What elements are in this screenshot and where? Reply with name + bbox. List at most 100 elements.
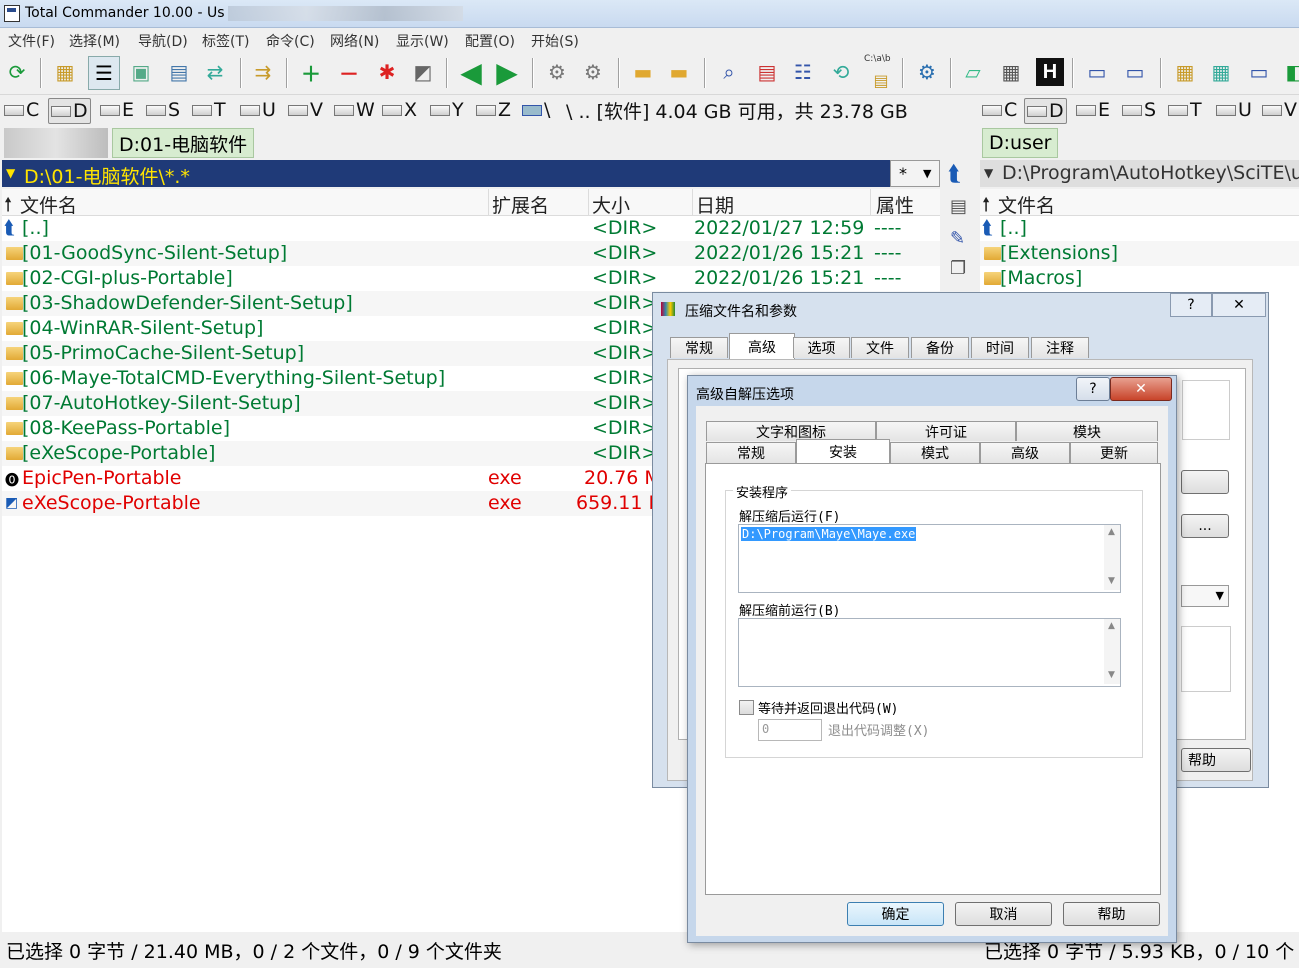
sync-dirs-icon[interactable]: ⟲ <box>826 56 856 88</box>
scroll-down-icon[interactable]: ▼ <box>1108 670 1115 680</box>
list-item-parent[interactable]: ⮬ [..] <DIR> 2022/01/27 12:59 ---- <box>2 216 940 241</box>
multi-rename-icon[interactable]: ▤ <box>752 56 782 88</box>
drive-u-button[interactable]: U <box>240 98 276 122</box>
search-icon[interactable]: ⌕ <box>714 56 744 88</box>
left-path-bar[interactable]: ▼ D:\01-电脑软件\*.* * ▼ <box>2 160 940 188</box>
select-plus-icon[interactable]: ＋ <box>296 56 326 88</box>
drive-d-button[interactable]: D <box>48 98 91 124</box>
col-name-header[interactable]: 文件名 <box>20 191 77 218</box>
sync-view-icon[interactable]: ⇄ <box>200 56 230 88</box>
drive-s-button[interactable]: S <box>146 98 180 122</box>
sfx-tab-module[interactable]: 模块 <box>1016 421 1158 441</box>
scrollbar[interactable]: ▲ ▼ <box>1104 619 1120 684</box>
help-button[interactable]: 帮助 <box>1063 902 1160 926</box>
hotkey-h-icon[interactable]: H <box>1036 58 1064 86</box>
right-drive-t-button[interactable]: T <box>1168 98 1202 122</box>
full-view-icon[interactable]: ☰ <box>88 56 120 90</box>
copy-to-folder-icon[interactable]: ▬ <box>664 56 694 88</box>
scroll-up-icon[interactable]: ▲ <box>1108 527 1115 537</box>
filter-dropdown[interactable]: * ▼ <box>890 160 940 187</box>
menu-select[interactable]: 选择(M) <box>69 31 120 51</box>
notepad-icon[interactable]: ▱ <box>958 56 988 88</box>
window-icon[interactable]: ▭ <box>1244 56 1274 88</box>
archive-option-button[interactable] <box>1181 470 1229 494</box>
archive-tab-backup[interactable]: 备份 <box>911 337 969 358</box>
col-ext-header[interactable]: 扩展名 <box>492 191 549 218</box>
run-before-textarea[interactable]: ▲ ▼ <box>738 618 1121 687</box>
right-drive-v-button[interactable]: V <box>1262 98 1297 122</box>
copy-file-icon[interactable]: ❐ <box>950 258 966 279</box>
compare-files-icon[interactable]: ☷ <box>788 56 818 88</box>
edit-file-icon[interactable]: ✎ <box>950 228 965 249</box>
copy-path-label[interactable]: C:\a\b <box>864 54 891 64</box>
close-icon[interactable]: ✕ <box>1212 293 1266 317</box>
list-item[interactable]: [Extensions] <box>980 241 1299 266</box>
right-drive-d-button[interactable]: D <box>1024 98 1067 124</box>
ok-button[interactable]: 确定 <box>847 902 944 926</box>
sfx-tab-general[interactable]: 常规 <box>706 442 796 463</box>
right-drive-e-button[interactable]: E <box>1076 98 1110 122</box>
view-file-icon[interactable]: ▤ <box>950 196 967 217</box>
archive-tab-general[interactable]: 常规 <box>670 337 728 358</box>
browse-button[interactable]: ... <box>1181 514 1229 538</box>
thumbnail-view-icon[interactable]: ▣ <box>126 56 156 88</box>
right-drive-u-button[interactable]: U <box>1216 98 1252 122</box>
menu-tabs[interactable]: 标签(T) <box>202 31 249 51</box>
clipboard-icon[interactable]: ▤ <box>866 64 896 96</box>
tree-view-icon[interactable]: ▤ <box>164 56 194 88</box>
drive-z-button[interactable]: Z <box>476 98 511 122</box>
path-dropdown-icon[interactable]: ▼ <box>6 166 15 180</box>
select-minus-icon[interactable]: － <box>334 56 364 88</box>
swap-panels-icon[interactable]: ⮬ <box>948 162 961 187</box>
archive-tab-files[interactable]: 文件 <box>851 337 909 358</box>
col-size-header[interactable]: 大小 <box>592 191 630 218</box>
drive-network-button[interactable]: \ <box>522 98 550 122</box>
back-arrow-icon[interactable]: ◀ <box>456 56 486 89</box>
run-after-textarea[interactable]: D:\Program\Maye\Maye.exe ▲ ▼ <box>738 524 1121 593</box>
sfx-tab-advanced[interactable]: 高级 <box>980 442 1070 463</box>
left-tab-active[interactable]: D:01-电脑软件 <box>112 128 255 158</box>
chevron-down-icon[interactable]: ▼ <box>1181 585 1229 607</box>
new-folder-icon[interactable]: ▬ <box>628 56 658 88</box>
cancel-button[interactable]: 取消 <box>955 902 1052 926</box>
archive-help-button[interactable]: 帮助 <box>1181 748 1251 772</box>
sfx-tab-setup[interactable]: 安装 <box>796 439 890 464</box>
menu-list-icon[interactable]: ▦ <box>1170 56 1200 88</box>
sfx-tab-license[interactable]: 许可证 <box>876 421 1016 441</box>
right-drive-s-button[interactable]: S <box>1122 98 1156 122</box>
list-item[interactable]: [Macros] <box>980 266 1299 291</box>
wait-exit-code-checkbox[interactable] <box>739 700 754 715</box>
col-attr-header[interactable]: 属性 <box>876 191 914 218</box>
settings-gear-icon[interactable]: ⚙ <box>912 56 942 88</box>
scrollbar[interactable]: ▲ ▼ <box>1104 525 1120 590</box>
close-icon[interactable]: ✕ <box>1110 377 1172 401</box>
unpack-icon[interactable]: ⚙ <box>578 56 608 88</box>
drive-w-button[interactable]: W <box>334 98 375 122</box>
invert-selection-icon[interactable]: ◩ <box>408 56 438 88</box>
col-date-header[interactable]: 日期 <box>696 191 734 218</box>
brief-view-icon[interactable]: ▦ <box>50 56 80 88</box>
help-question-icon[interactable]: ? <box>1170 293 1212 317</box>
right-drive-c-button[interactable]: C <box>982 98 1017 122</box>
path-dropdown-icon[interactable]: ▼ <box>984 166 993 180</box>
scroll-down-icon[interactable]: ▼ <box>1108 576 1115 586</box>
app-grid-icon[interactable]: ▦ <box>1206 56 1236 88</box>
calculator-icon[interactable]: ▦ <box>996 56 1026 88</box>
scroll-up-icon[interactable]: ▲ <box>1108 621 1115 631</box>
network-computer-icon[interactable]: ▭ <box>1120 56 1150 88</box>
menu-commands[interactable]: 命令(C) <box>266 31 315 51</box>
monitor-icon[interactable]: ▭ <box>1082 56 1112 88</box>
list-item[interactable]: [02-CGI-plus-Portable] <DIR> 2022/01/26 … <box>2 266 940 291</box>
archive-tab-comment[interactable]: 注释 <box>1031 337 1089 358</box>
menu-file[interactable]: 文件(F) <box>8 31 55 51</box>
list-item-parent[interactable]: ⮬ [..] <box>980 216 1299 241</box>
pack-icon[interactable]: ⚙ <box>542 56 572 88</box>
extra-tool-icon[interactable]: ◧ <box>1280 56 1299 88</box>
archive-tab-advanced[interactable]: 高级 <box>729 333 795 359</box>
menu-show[interactable]: 显示(W) <box>396 31 449 51</box>
sfx-tab-mode[interactable]: 模式 <box>890 442 980 463</box>
help-question-icon[interactable]: ? <box>1076 377 1110 401</box>
menu-navigate[interactable]: 导航(D) <box>138 31 188 51</box>
drive-x-button[interactable]: X <box>382 98 417 122</box>
forward-arrow-icon[interactable]: ▶ <box>492 56 522 89</box>
